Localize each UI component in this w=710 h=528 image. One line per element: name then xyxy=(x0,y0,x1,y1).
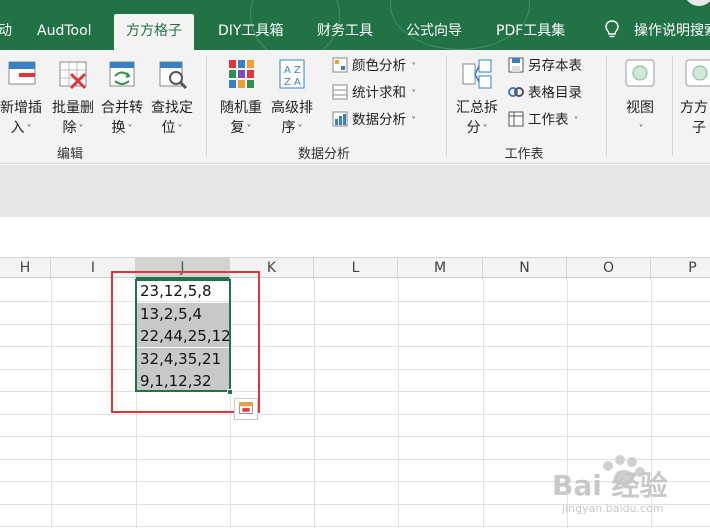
sheet-top-spacer xyxy=(0,243,710,257)
insert-new-label-1: 新增插 xyxy=(0,100,42,116)
find-locate-label-1: 查找定 xyxy=(151,100,193,116)
column-header-o[interactable]: O xyxy=(567,258,651,279)
column-header-n[interactable]: N xyxy=(483,258,567,279)
sheet-top-gap xyxy=(0,217,710,243)
tab-partial[interactable]: 动 xyxy=(0,14,12,50)
batch-delete-label-2: 除 xyxy=(62,120,77,136)
ffgz-icon xyxy=(685,59,710,87)
worksheet-icon xyxy=(508,111,524,127)
merge-convert-label-1: 合并转 xyxy=(101,100,143,116)
stat-sum-label: 统计求和 xyxy=(352,85,406,101)
tell-me-search[interactable]: 操作说明搜索 xyxy=(634,14,710,50)
worksheet-label: 工作表 xyxy=(528,112,569,128)
insert-new-label-2: 入 xyxy=(10,120,25,136)
quick-analysis-icon xyxy=(239,402,253,414)
color-grid-icon xyxy=(332,57,348,73)
batch-delete-button[interactable]: 批量删 除 ˅ xyxy=(48,54,98,140)
highlight-annotation-box xyxy=(111,271,260,413)
group-separator xyxy=(606,56,607,156)
batch-delete-label-1: 批量删 xyxy=(52,100,94,116)
ffgz-label-2: 子 xyxy=(692,120,706,136)
group-separator xyxy=(446,56,447,156)
ribbon-tab-bar: 动 AudTool 方方格子 DIY工具箱 财务工具 公式向导 PDF工具集 操… xyxy=(0,0,710,60)
lightbulb-icon[interactable] xyxy=(604,20,620,40)
batch-delete-icon xyxy=(59,61,87,90)
data-analysis-label: 数据分析 xyxy=(352,112,406,128)
view-button[interactable]: 视图 ˅ xyxy=(614,54,666,140)
find-locate-label-2: 位 xyxy=(161,120,176,136)
random-repeat-label-1: 随机重 xyxy=(220,100,262,116)
sheet-index-icon xyxy=(508,87,524,97)
column-headers: H I J K L M N O P xyxy=(0,257,710,279)
svg-text:Z: Z xyxy=(284,77,291,88)
column-header-l[interactable]: L xyxy=(314,258,398,279)
summary-split-button[interactable]: 汇总拆 分 ˅ xyxy=(452,54,502,140)
quick-analysis-button[interactable] xyxy=(234,398,258,420)
column-header-h[interactable]: H xyxy=(0,258,51,279)
worksheet-button[interactable]: 工作表 ˅ xyxy=(508,108,579,132)
group-label-edit: 编辑 xyxy=(56,147,83,162)
data-analysis-button[interactable]: 数据分析 ˅ xyxy=(332,108,416,132)
summary-split-label-2: 分 xyxy=(466,120,481,136)
account-avatar[interactable] xyxy=(684,0,710,6)
ffgz-button[interactable]: 方方 子 xyxy=(680,54,710,138)
random-repeat-button[interactable]: 随机重 复 ˅ xyxy=(216,54,266,140)
advanced-sort-label-2: 序 xyxy=(281,120,296,136)
sheet-index-label: 表格目录 xyxy=(528,85,582,101)
save-sheet-label: 另存本表 xyxy=(528,58,582,74)
view-label: 视图 xyxy=(626,100,654,116)
column-header-p[interactable]: P xyxy=(651,258,710,279)
insert-rows-icon xyxy=(8,61,36,85)
column-header-m[interactable]: M xyxy=(398,258,483,279)
insert-new-button[interactable]: 新增插 入 ˅ xyxy=(0,54,46,140)
tab-audtool[interactable]: AudTool xyxy=(37,14,92,50)
excel-window: 动 AudTool 方方格子 DIY工具箱 财务工具 公式向导 PDF工具集 操… xyxy=(0,0,710,528)
save-sheet-icon xyxy=(508,57,524,73)
baidu-jingyan-watermark: Bai 经验 jingyan.baidu.com xyxy=(548,448,708,526)
summary-split-label-1: 汇总拆 xyxy=(456,100,498,116)
find-magnifier-icon xyxy=(159,61,188,90)
color-analysis-label: 颜色分析 xyxy=(352,58,406,74)
tab-diy-toolbox[interactable]: DIY工具箱 xyxy=(218,14,283,50)
advanced-sort-button[interactable]: A Z Z A 高级排 序 ˅ xyxy=(266,54,318,140)
ribbon-panel: 新增插 入 ˅ 批量删 除 ˅ 合并转 换 ˅ 查找定 位 ˅ 编辑 随机重 复… xyxy=(0,50,710,164)
formula-bar-area xyxy=(0,165,710,217)
merge-convert-icon xyxy=(109,61,135,87)
sort-az-icon: A Z Z A xyxy=(279,59,305,89)
watermark-main-text: Bai 经验 xyxy=(552,469,668,502)
tab-ffgz[interactable]: 方方格子 xyxy=(114,14,194,50)
summary-split-icon xyxy=(462,59,492,89)
view-icon xyxy=(625,59,655,87)
group-label-data-analysis: 数据分析 xyxy=(297,147,350,162)
sheet-index-button[interactable]: 表格目录 xyxy=(508,81,582,105)
save-sheet-button[interactable]: 另存本表 xyxy=(508,54,582,78)
group-separator xyxy=(206,56,207,156)
random-repeat-icon xyxy=(229,60,254,88)
watermark-url-text: jingyan.baidu.com xyxy=(562,502,664,515)
random-repeat-label-2: 复 xyxy=(230,120,245,136)
data-analysis-icon xyxy=(332,111,348,127)
merge-convert-button[interactable]: 合并转 换 ˅ xyxy=(98,54,146,140)
advanced-sort-label-1: 高级排 xyxy=(271,100,313,116)
color-analysis-button[interactable]: 颜色分析 ˅ xyxy=(332,54,416,78)
ffgz-label-1: 方方 xyxy=(680,100,708,116)
group-label-worksheet: 工作表 xyxy=(504,147,544,162)
group-separator xyxy=(672,56,673,156)
svg-text:A: A xyxy=(284,65,291,76)
merge-convert-label-2: 换 xyxy=(111,120,126,136)
svg-text:A: A xyxy=(294,77,301,88)
tab-formula-wizard[interactable]: 公式向导 xyxy=(406,14,462,50)
svg-text:Z: Z xyxy=(294,65,301,76)
tab-finance-tools[interactable]: 财务工具 xyxy=(317,14,373,50)
stat-sum-icon xyxy=(332,84,348,100)
stat-sum-button[interactable]: 统计求和 ˅ xyxy=(332,81,416,105)
tab-pdf-tools[interactable]: PDF工具集 xyxy=(496,14,565,50)
find-locate-button[interactable]: 查找定 位 ˅ xyxy=(148,54,196,140)
